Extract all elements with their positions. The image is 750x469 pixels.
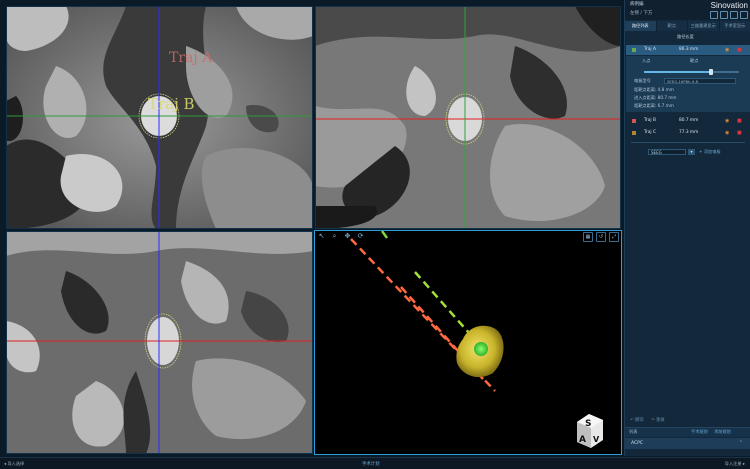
import-register-label: 导入注册 — [725, 461, 742, 466]
lock-icon[interactable]: ■ — [737, 118, 742, 124]
fullscreen-icon[interactable]: ⤢ — [609, 232, 619, 242]
traj-c-color — [632, 131, 636, 135]
exit-icon[interactable] — [740, 11, 748, 19]
bar-surgery-plan[interactable]: 手术规划 — [691, 429, 708, 435]
redo-button[interactable]: ↷ 重做 — [651, 417, 665, 423]
undo-button[interactable]: ↶ 撤销 — [630, 417, 644, 423]
traj-b-name: Traj B — [644, 118, 656, 123]
seeg-input[interactable]: SEEG — [648, 149, 686, 155]
panel-tabs: 路径列表 靶点 三维重建显示 手术室显示 — [625, 21, 750, 31]
list-header: 路径长度 — [625, 33, 750, 42]
axial-mri-image: Traj A Traj B — [6, 6, 313, 229]
trajectory-row-b[interactable]: Traj B 80.7 mm ◉ ■ — [626, 116, 750, 126]
tab-or-display[interactable]: 手术室显示 — [720, 21, 750, 31]
entry-label: 入点 — [642, 58, 650, 64]
slider-fill — [644, 71, 711, 73]
list-header-label: 路径长度 — [677, 34, 694, 40]
import-select-button[interactable]: ◂ 导入选择 — [4, 461, 24, 467]
tab-path-list[interactable]: 路径列表 — [625, 21, 657, 31]
rotate-icon[interactable]: ⟳ — [356, 232, 365, 240]
coronal-viewport[interactable] — [315, 6, 621, 229]
electrode-select[interactable]: SEEG-16P8h-9-8 — [664, 78, 736, 84]
traj-a-length: 86.3 mm — [679, 47, 698, 52]
target-label: 靶点 — [690, 58, 698, 64]
top-icons — [710, 11, 748, 19]
user-sub: 左侧 / 下方 — [630, 10, 652, 16]
sagittal-mri-image — [6, 231, 313, 454]
coronal-mri-image — [315, 6, 621, 229]
surgery-plan-label: 手术计划 — [362, 461, 380, 467]
zoom-icon[interactable]: ⌕ — [330, 232, 339, 240]
cube-a: A — [579, 435, 586, 445]
panel-bar: 列表 手术规划 术前规划 — [625, 427, 750, 437]
add-electrode-label: 添加电极 — [704, 149, 721, 154]
lock-icon[interactable]: ■ — [737, 47, 742, 53]
tab-3d-display[interactable]: 三维重建显示 — [688, 21, 720, 31]
folder-icon[interactable] — [710, 11, 718, 19]
right-panel: 病例编 左侧 / 下方 Sinovation 路径列表 靶点 三维重建显示 手术… — [624, 0, 750, 456]
3d-toolbar-right: ▦ ↺ ⤢ — [583, 232, 619, 242]
slider-knob[interactable] — [709, 69, 713, 75]
layout-icon[interactable]: ▦ — [583, 232, 593, 242]
chevron-down-icon[interactable]: ▾ — [688, 149, 695, 155]
reset-icon[interactable]: ↺ — [596, 232, 606, 242]
distance-3: 距靶点距离: 6.7 mm — [634, 103, 674, 109]
undo-label: 撤销 — [635, 418, 644, 423]
tab-target[interactable]: 靶点 — [657, 21, 689, 31]
traj-c-length: 77.3 mm — [679, 130, 698, 135]
electrode-label: 电极型号 — [634, 78, 651, 84]
distance-1: 距靶点距离: 4.8 mm — [634, 87, 674, 93]
axial-viewport[interactable]: Traj A Traj B — [6, 6, 313, 229]
lock-icon[interactable]: ■ — [737, 130, 742, 136]
traj-a-name: Traj A — [644, 47, 656, 52]
traj-a-label: Traj B — [148, 95, 195, 113]
brand-logo: Sinovation — [711, 1, 748, 10]
bar-preop-plan[interactable]: 术前规划 — [714, 429, 731, 435]
user-name: 病例编 — [630, 1, 644, 7]
traj-c-name: Traj C — [644, 130, 656, 135]
trajectory-row-a[interactable]: Traj A 86.3 mm ◉ ■ — [626, 45, 750, 55]
sagittal-viewport[interactable] — [6, 231, 313, 454]
chevron-up-icon[interactable]: ⌃ — [739, 440, 743, 446]
pan-icon[interactable]: ✥ — [343, 232, 352, 240]
depth-slider[interactable] — [644, 71, 739, 73]
traj-b-length: 80.7 mm — [679, 118, 698, 123]
eye-icon[interactable]: ◉ — [725, 130, 729, 136]
add-electrode-button[interactable]: + 添加电极 — [699, 149, 721, 155]
import-register-button[interactable]: 导入注册 ▸ — [725, 461, 745, 467]
acpc-label: ACPC — [631, 441, 643, 446]
panel-header: 病例编 左侧 / 下方 Sinovation — [625, 0, 750, 20]
trajectory-row-c[interactable]: Traj C 77.3 mm ◉ ■ — [626, 128, 750, 138]
eye-icon[interactable]: ◉ — [725, 47, 729, 53]
acpc-section[interactable]: ACPC ⌃ — [625, 438, 750, 449]
pointer-icon[interactable]: ↖ — [317, 232, 326, 240]
eye-icon[interactable]: ◉ — [725, 118, 729, 124]
target-3d — [474, 342, 488, 356]
3d-viewport[interactable]: S A V ↖ ⌕ ✥ ⟳ ▦ ↺ ⤢ — [315, 231, 621, 454]
distance-2: 进入点距离: 80.7 mm — [634, 95, 677, 101]
cube-v: V — [593, 435, 600, 444]
cube-s: S — [585, 419, 591, 429]
3d-toolbar: ↖ ⌕ ✥ ⟳ — [315, 231, 365, 240]
traj-b-label: Traj A — [169, 50, 213, 66]
3d-render: S A V — [315, 231, 621, 454]
camera-icon[interactable] — [720, 11, 728, 19]
import-select-label: 导入选择 — [7, 461, 24, 466]
divider — [631, 142, 745, 143]
bar-list[interactable]: 列表 — [629, 429, 637, 435]
traj-b-color — [632, 119, 636, 123]
traj-a-color — [632, 48, 636, 52]
trajectory-detail: 入点 靶点 电极型号 SEEG-16P8h-9-8 距靶点距离: 4.8 mm … — [626, 56, 750, 112]
settings-icon[interactable] — [730, 11, 738, 19]
bottom-bar: ◂ 导入选择 手术计划 导入注册 ▸ — [0, 457, 750, 469]
redo-label: 重做 — [656, 418, 665, 423]
